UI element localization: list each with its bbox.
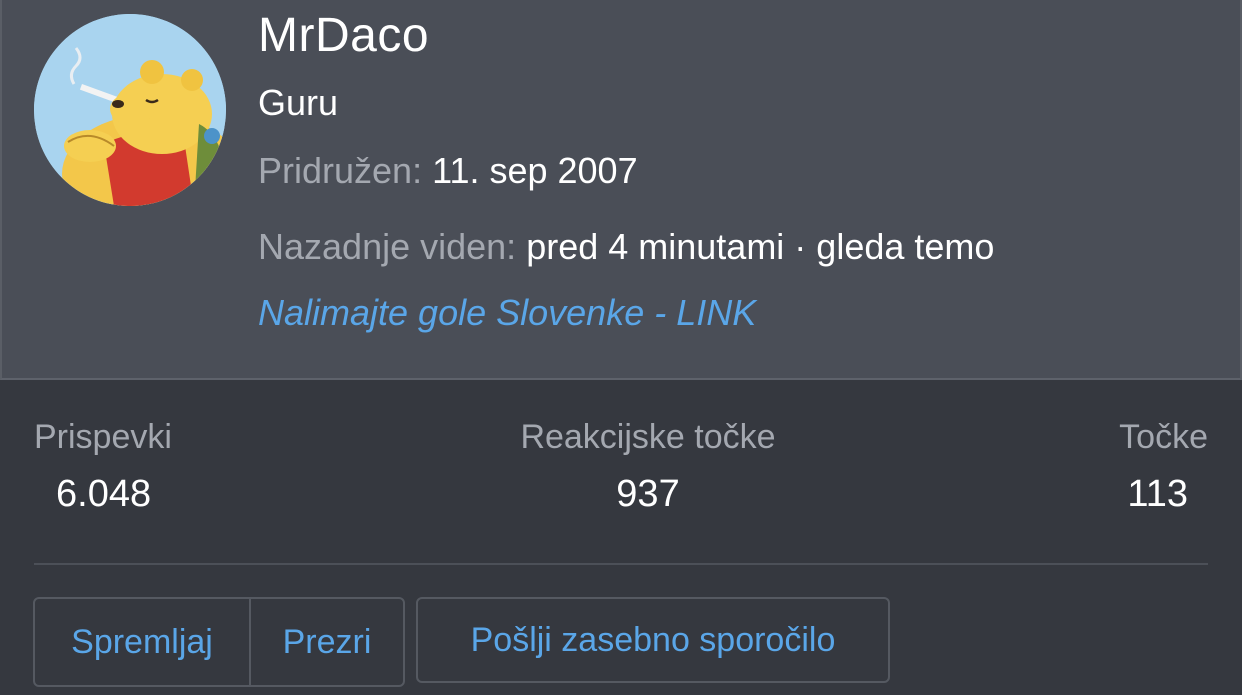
last-seen-label: Nazadnje viden: <box>258 226 517 267</box>
stat-posts-label: Prispevki <box>34 418 172 456</box>
stat-reactions-value: 937 <box>616 473 680 515</box>
follow-button[interactable]: Spremljaj <box>35 599 251 685</box>
last-seen-row: Nazadnje viden: pred 4 minutami · gleda … <box>258 226 994 268</box>
stat-reactions: Reakcijske točke 937 <box>508 418 788 516</box>
joined-value: 11. sep 2007 <box>432 150 638 191</box>
send-message-button[interactable]: Pošlji zasebno sporočilo <box>416 597 890 683</box>
winnie-the-pooh-avatar-icon <box>34 14 226 206</box>
stat-points-label: Točke <box>1119 418 1208 456</box>
signature-link[interactable]: Nalimajte gole Slovenke - LINK <box>258 292 756 334</box>
stat-posts-value[interactable]: 6.048 <box>34 473 172 516</box>
follow-ignore-group: Spremljaj Prezri <box>33 597 405 687</box>
stat-points-value[interactable]: 113 <box>1119 473 1208 516</box>
last-seen-value: pred 4 minutami · gleda temo <box>526 226 995 267</box>
stat-points: Točke 113 <box>1119 418 1208 516</box>
member-tooltip-card: MrDaco Guru Pridružen: 11. sep 2007 Naza… <box>0 0 1242 695</box>
member-header: MrDaco Guru Pridružen: 11. sep 2007 Naza… <box>0 0 1242 380</box>
joined-row: Pridružen: 11. sep 2007 <box>258 150 638 192</box>
stat-reactions-label: Reakcijske točke <box>520 418 776 456</box>
ignore-button[interactable]: Prezri <box>251 599 403 685</box>
joined-label: Pridružen: <box>258 150 423 191</box>
avatar[interactable] <box>34 14 226 206</box>
divider <box>34 563 1208 565</box>
stat-posts: Prispevki 6.048 <box>34 418 172 516</box>
username[interactable]: MrDaco <box>258 8 429 63</box>
member-stats: Prispevki 6.048 Reakcijske točke 937 Toč… <box>34 418 1208 528</box>
user-title: Guru <box>258 82 339 123</box>
